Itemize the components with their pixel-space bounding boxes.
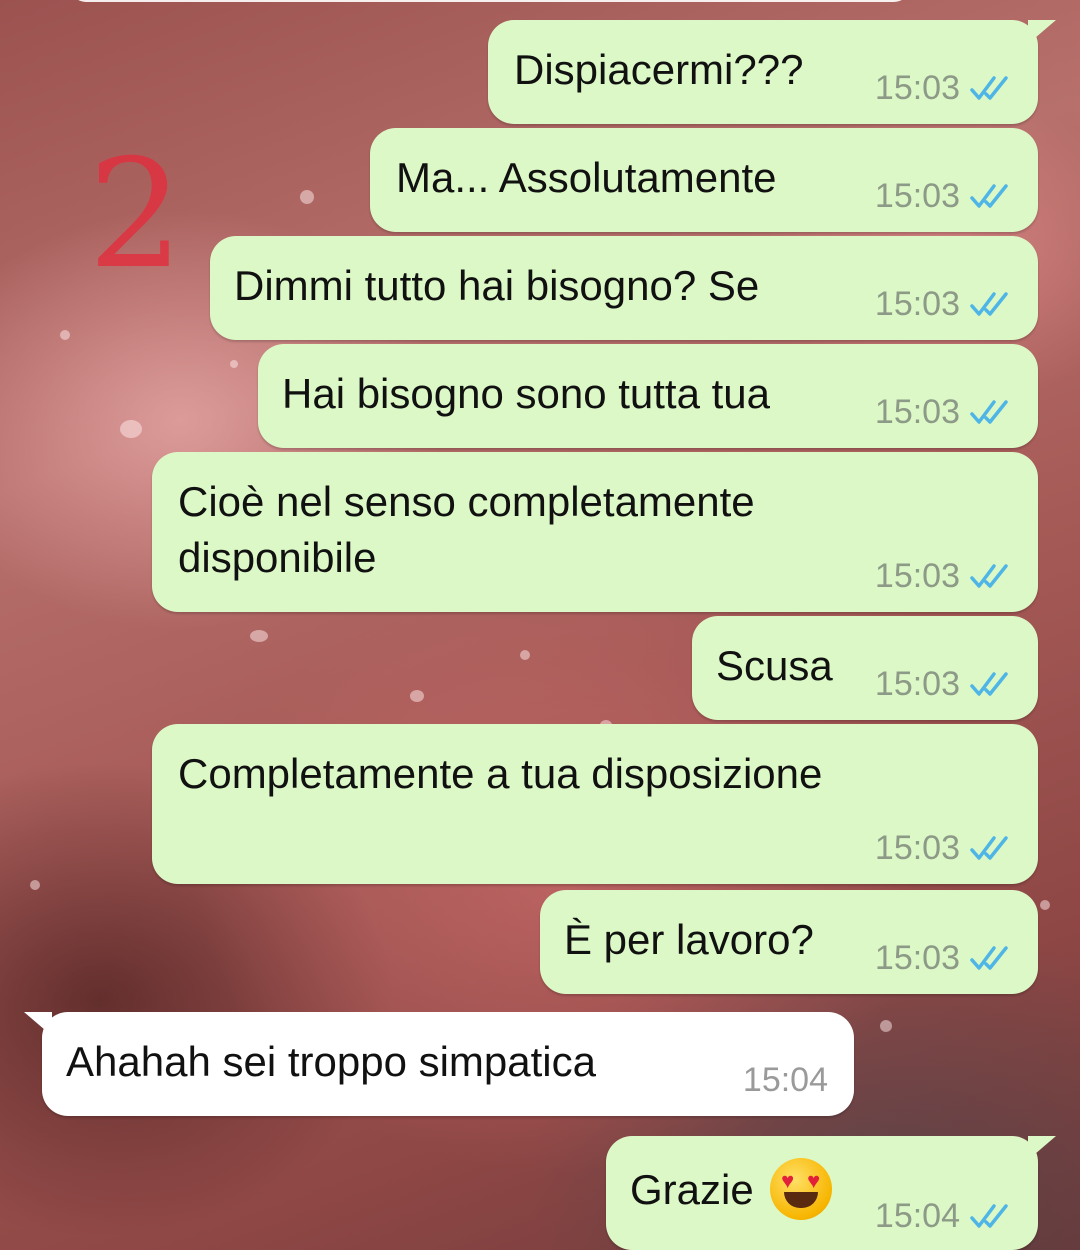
message-text-content: Grazie: [630, 1166, 754, 1214]
message-time: 15:03: [874, 557, 960, 595]
double-check-read-icon: [970, 672, 1008, 696]
incoming-message[interactable]: Ahahah sei troppo simpatica 15:04: [24, 1012, 854, 1116]
double-check-read-icon: [970, 946, 1008, 970]
message-time: 15:04: [742, 1061, 828, 1099]
double-check-read-icon: [970, 1204, 1008, 1228]
outgoing-message[interactable]: Hai bisogno sono tutta tua 15:03: [258, 344, 1038, 448]
message-text: Dispiacermi???: [514, 46, 804, 93]
message-time: 15:03: [874, 177, 960, 215]
bubble-tail: [24, 1012, 52, 1036]
message-text-line-1: Cioè nel senso completamente: [178, 478, 755, 525]
double-check-read-icon: [970, 76, 1008, 100]
message-time: 15:03: [874, 69, 960, 107]
double-check-read-icon: [970, 184, 1008, 208]
message-text: Completamente a tua disposizione: [178, 750, 823, 797]
bubble-tail: [1028, 20, 1056, 44]
previous-message-bubble-edge: [70, 0, 910, 2]
outgoing-message[interactable]: Scusa 15:03: [692, 616, 1038, 720]
message-text: Dimmi tutto hai bisogno? Se: [234, 262, 760, 309]
message-text-line-2: disponibile: [178, 534, 377, 581]
message-text: Ahahah sei troppo simpatica: [66, 1038, 596, 1085]
double-check-read-icon: [970, 292, 1008, 316]
message-text: Ma... Assolutamente: [396, 154, 777, 201]
outgoing-message[interactable]: Cioè nel senso completamente disponibile…: [152, 452, 1038, 612]
message-text: È per lavoro?: [564, 916, 814, 963]
message-time: 15:03: [874, 939, 960, 977]
message-text: Hai bisogno sono tutta tua: [282, 370, 771, 417]
outgoing-message[interactable]: Dimmi tutto hai bisogno? Se 15:03: [210, 236, 1038, 340]
double-check-read-icon: [970, 836, 1008, 860]
message-time: 15:03: [874, 665, 960, 703]
outgoing-message[interactable]: È per lavoro? 15:03: [540, 890, 1038, 994]
outgoing-message[interactable]: Completamente a tua disposizione 15:03: [152, 724, 1038, 884]
outgoing-message[interactable]: Dispiacermi??? 15:03: [488, 20, 1056, 124]
outgoing-message[interactable]: Grazie ♥ ♥ 15:04: [606, 1136, 1056, 1250]
message-time: 15:03: [874, 393, 960, 431]
message-text: Scusa: [716, 642, 833, 689]
message-time: 15:04: [874, 1197, 960, 1235]
double-check-read-icon: [970, 400, 1008, 424]
message-text: Grazie ♥ ♥: [630, 1158, 832, 1224]
message-time: 15:03: [874, 285, 960, 323]
double-check-read-icon: [970, 564, 1008, 588]
heart-eyes-emoji-icon: ♥ ♥: [769, 1158, 832, 1220]
bubble-tail: [1028, 1136, 1056, 1160]
message-time: 15:03: [874, 829, 960, 867]
outgoing-message[interactable]: Ma... Assolutamente 15:03: [370, 128, 1038, 232]
page-number-annotation: 2: [88, 128, 184, 302]
